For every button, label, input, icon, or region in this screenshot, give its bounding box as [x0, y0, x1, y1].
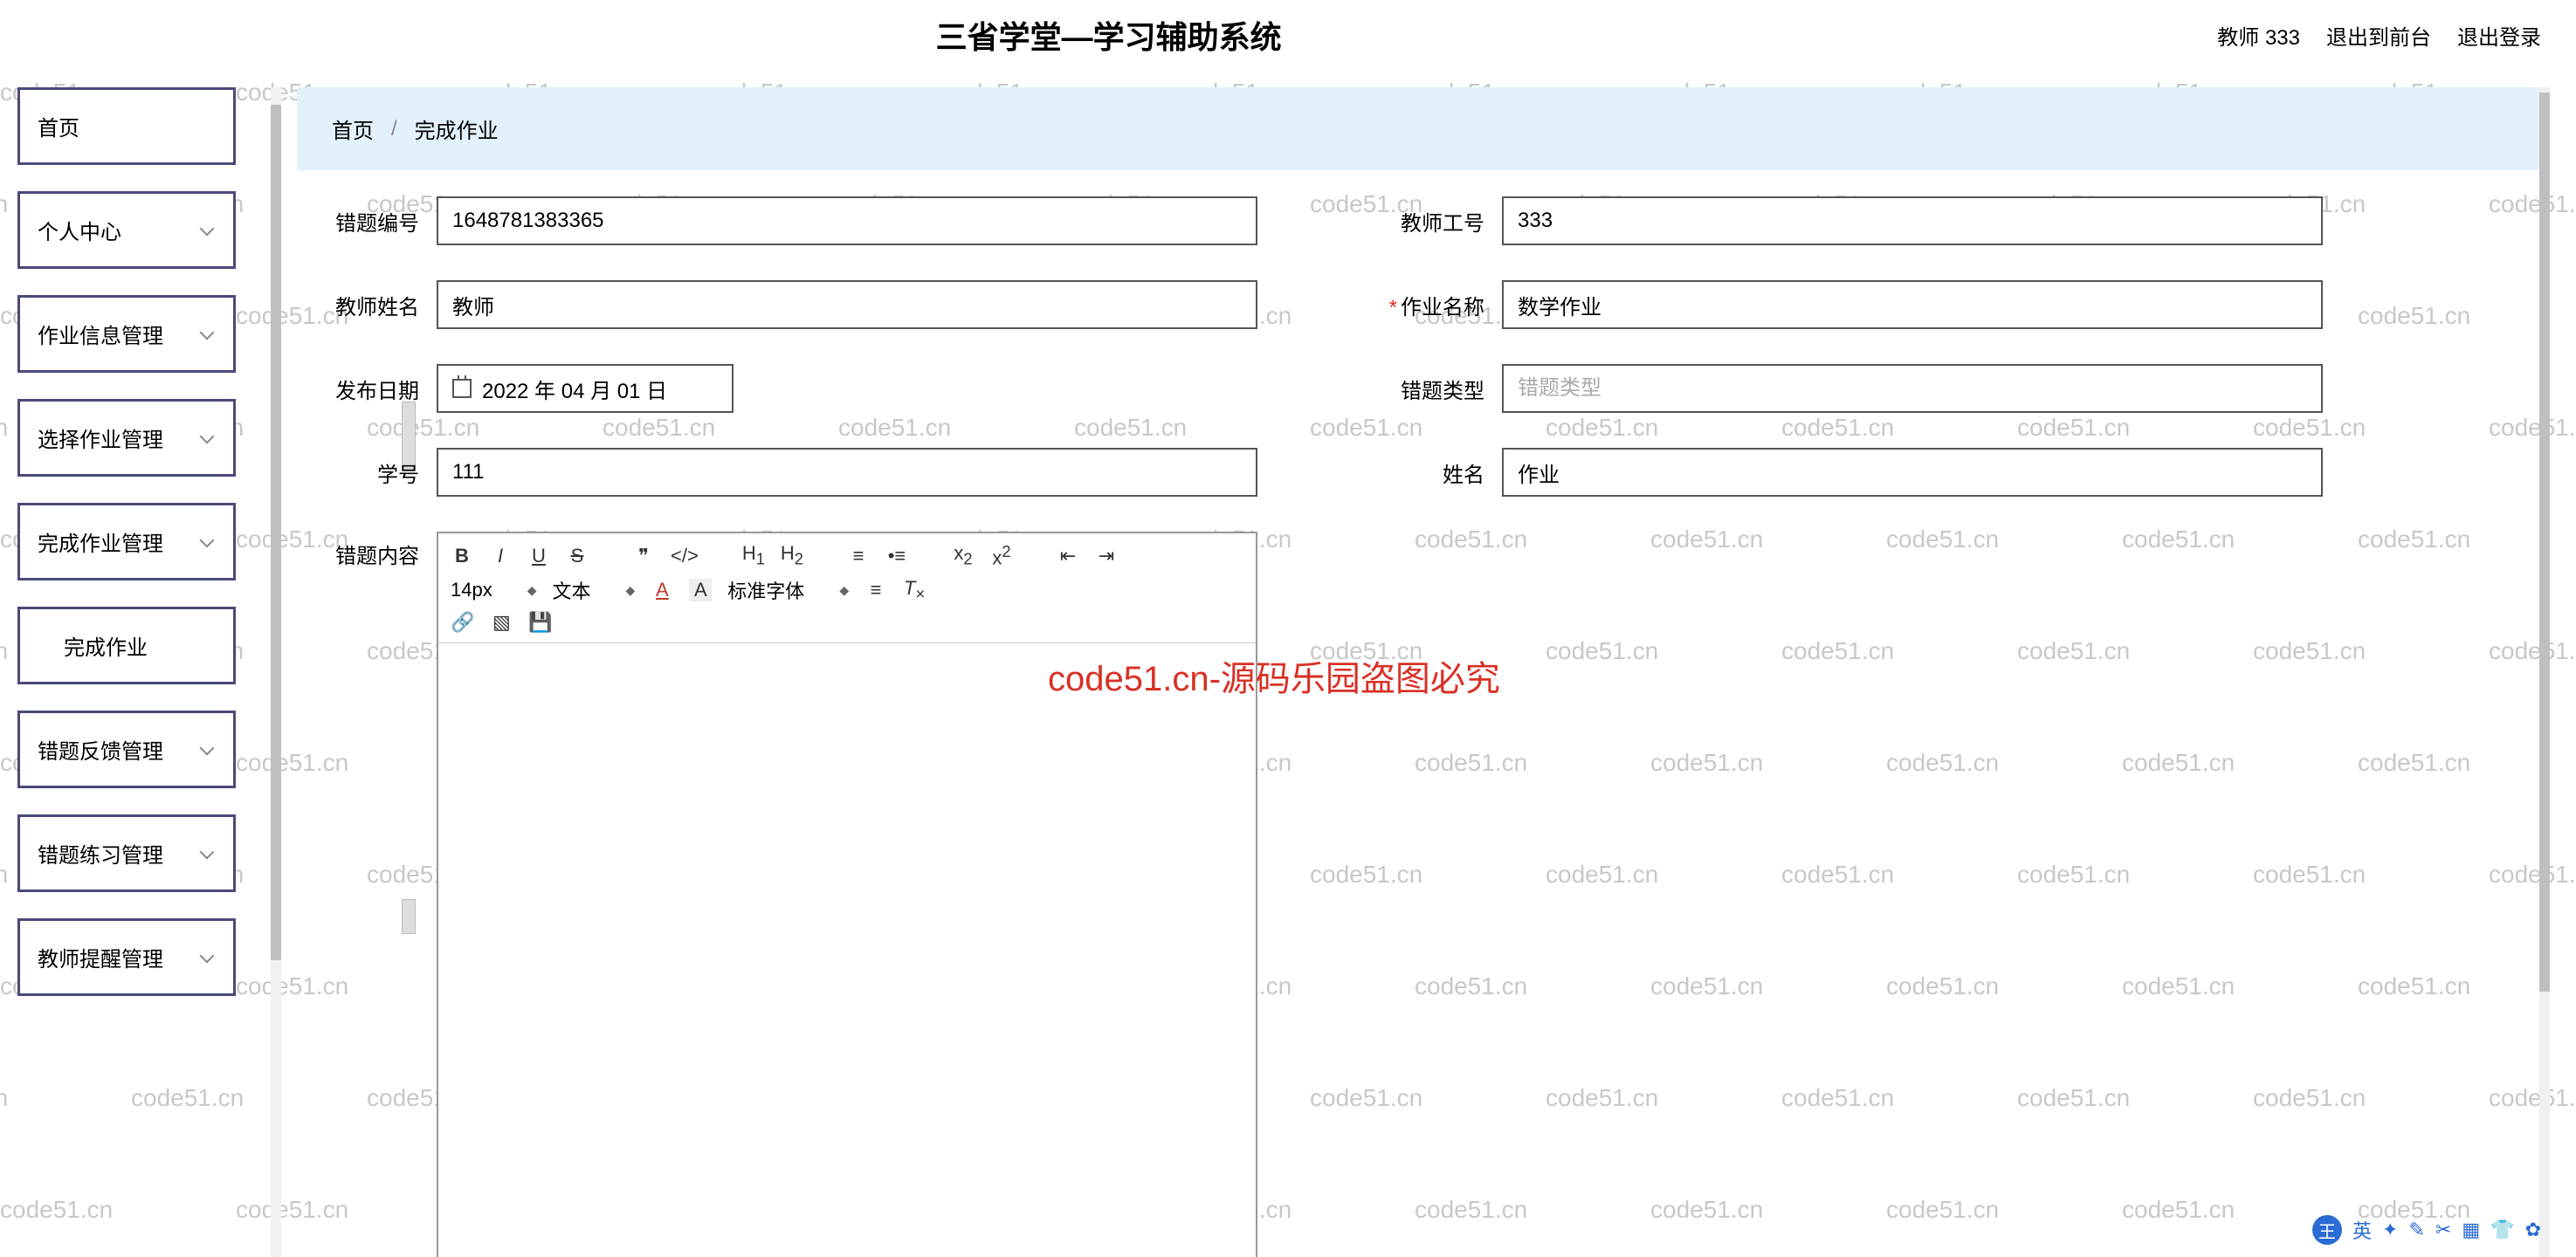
chevron-down-icon	[202, 223, 216, 237]
calendar-icon	[452, 379, 472, 398]
h2-icon[interactable]: H2	[781, 542, 803, 568]
header-user[interactable]: 教师 333	[2217, 20, 2300, 51]
font-color-icon[interactable]: A	[651, 579, 673, 601]
sidebar-item-6[interactable]: 错题反馈管理	[17, 711, 236, 788]
outdent-icon[interactable]: ⇤	[1057, 545, 1079, 567]
italic-icon[interactable]: I	[489, 545, 512, 567]
breadcrumb-current: 完成作业	[415, 113, 499, 144]
input-error-no[interactable]	[437, 196, 1257, 245]
input-work-name[interactable]	[1502, 280, 2323, 329]
ordered-list-icon[interactable]: ≡	[847, 545, 870, 567]
h1-icon[interactable]: H1	[742, 542, 765, 568]
sidebar-item-8[interactable]: 教师提醒管理	[17, 918, 236, 996]
clear-format-icon[interactable]: T×	[903, 577, 926, 603]
chevron-down-icon	[202, 431, 216, 445]
sidebar-item-5[interactable]: 完成作业	[17, 607, 236, 684]
watermark-overlay: code51.cn-源码乐园盗图必究	[1048, 650, 1500, 701]
sidebar-item-3[interactable]: 选择作业管理	[17, 399, 236, 477]
chevron-down-icon	[202, 743, 216, 757]
indent-icon[interactable]: ⇥	[1095, 545, 1118, 567]
breadcrumb-home[interactable]: 首页	[332, 113, 374, 144]
superscript-icon[interactable]: x2	[990, 542, 1013, 569]
header-to-front[interactable]: 退出到前台	[2326, 20, 2431, 51]
sidebar-item-label: 选择作业管理	[38, 422, 163, 453]
label-error-type: 错题类型	[1380, 374, 1502, 404]
app-header: 三省学堂—学习辅助系统 教师 333 退出到前台 退出登录	[0, 0, 2576, 70]
input-teacher-name[interactable]	[437, 280, 1257, 329]
label-work-name: 作业名称	[1380, 290, 1502, 320]
sidebar-item-1[interactable]: 个人中心	[17, 191, 236, 269]
ime-bar: 王 英 ✦ ✎ ✂ ▦ 👕 ✿	[2312, 1215, 2541, 1245]
input-student-name[interactable]	[1502, 448, 2323, 497]
sidebar-item-7[interactable]: 错题练习管理	[17, 814, 236, 892]
label-teacher-name: 教师姓名	[314, 290, 437, 320]
sidebar-item-0[interactable]: 首页	[17, 87, 236, 165]
sidebar-item-label: 作业信息管理	[38, 319, 163, 349]
breadcrumb-sep: /	[391, 117, 397, 141]
label-student-no: 学号	[314, 457, 437, 488]
label-error-content: 错题内容	[314, 532, 437, 1257]
align-icon[interactable]: ≡	[864, 579, 887, 601]
input-teacher-id[interactable]	[1502, 196, 2323, 245]
sidebar-item-label: 错题反馈管理	[38, 734, 163, 765]
editor-body[interactable]	[438, 643, 1256, 1257]
sidebar-item-label: 教师提醒管理	[38, 942, 163, 972]
image-icon[interactable]: ▧	[490, 611, 513, 634]
sidebar-scrollbar[interactable]	[271, 87, 281, 1257]
sidebar-item-2[interactable]: 作业信息管理	[17, 295, 236, 373]
header-logout[interactable]: 退出登录	[2457, 20, 2541, 51]
subscript-icon[interactable]: x2	[952, 542, 975, 568]
code-icon[interactable]: </>	[671, 545, 699, 567]
app-title: 三省学堂—学习辅助系统	[0, 12, 2217, 58]
ime-sparkle-icon[interactable]: ✦	[2382, 1219, 2398, 1241]
ime-grid-icon[interactable]: ▦	[2462, 1219, 2480, 1241]
label-teacher-id: 教师工号	[1380, 206, 1502, 237]
paragraph-select[interactable]: 文本◆	[553, 576, 636, 604]
sidebar-item-label: 个人中心	[38, 215, 121, 245]
input-student-no[interactable]	[437, 448, 1257, 497]
sidebar-item-label: 错题练习管理	[38, 838, 163, 869]
chevron-down-icon	[202, 847, 216, 861]
fontfamily-select[interactable]: 标准字体◆	[727, 576, 849, 604]
sidebar-item-label: 首页	[38, 111, 79, 141]
unordered-list-icon[interactable]: •≡	[885, 545, 908, 567]
quote-icon[interactable]: ❞	[632, 545, 655, 567]
label-student-name: 姓名	[1380, 457, 1502, 488]
chevron-down-icon	[202, 327, 216, 341]
fontsize-select[interactable]: 14px◆	[451, 579, 537, 601]
label-error-no: 错题编号	[314, 206, 437, 237]
bold-icon[interactable]: B	[451, 545, 473, 567]
strike-icon[interactable]: S	[566, 545, 589, 567]
editor-toolbar: B I U S ❞ </> H1 H2 ≡ •≡ x2 x2	[438, 533, 1256, 643]
rich-editor: B I U S ❞ </> H1 H2 ≡ •≡ x2 x2	[437, 532, 1257, 1257]
underline-icon[interactable]: U	[527, 545, 550, 567]
input-publish-date[interactable]: 2022 年 04 月 01 日	[437, 364, 734, 413]
link-icon[interactable]: 🔗	[451, 611, 474, 634]
ime-pencil-icon[interactable]: ✎	[2408, 1219, 2424, 1241]
sidebar-item-4[interactable]: 完成作业管理	[17, 503, 236, 580]
content-scrollbar[interactable]	[2539, 87, 2550, 1257]
save-icon[interactable]: 💾	[528, 611, 552, 634]
ime-scissors-icon[interactable]: ✂	[2435, 1219, 2451, 1241]
label-publish-date: 发布日期	[314, 374, 437, 404]
sidebar: 首页个人中心作业信息管理选择作业管理完成作业管理完成作业错题反馈管理错题练习管理…	[17, 87, 236, 1022]
ime-badge[interactable]: 王	[2312, 1215, 2342, 1245]
ime-shirt-icon[interactable]: 👕	[2490, 1219, 2514, 1241]
sidebar-item-label: 完成作业管理	[38, 526, 163, 557]
sidebar-item-label: 完成作业	[64, 630, 148, 661]
ime-gear-icon[interactable]: ✿	[2525, 1219, 2541, 1241]
input-error-type[interactable]	[1502, 364, 2323, 413]
bg-color-icon[interactable]: A	[689, 579, 712, 601]
ime-lang[interactable]: 英	[2352, 1216, 2372, 1244]
breadcrumb: 首页 / 完成作业	[297, 87, 2550, 170]
chevron-down-icon	[202, 951, 216, 965]
chevron-down-icon	[202, 535, 216, 549]
